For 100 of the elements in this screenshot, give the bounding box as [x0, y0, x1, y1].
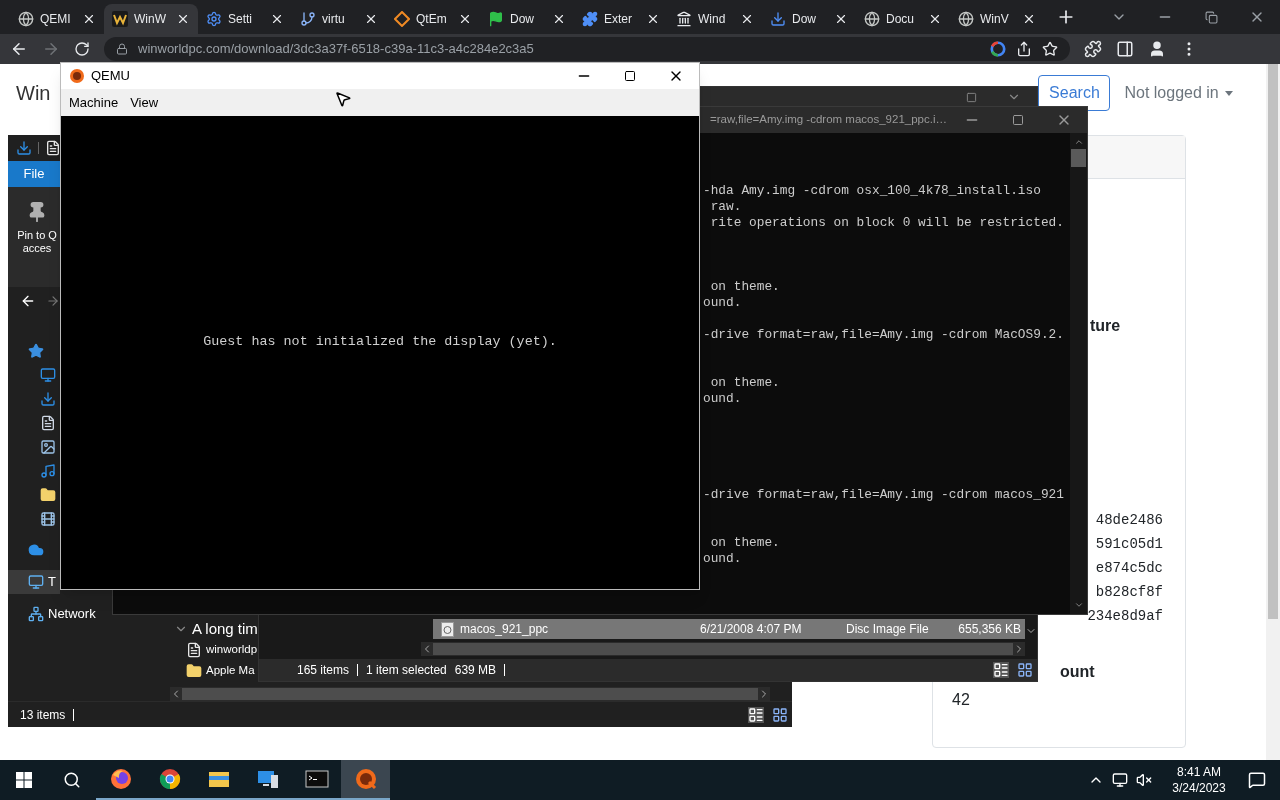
file-row[interactable]: macos_921_ppc 6/21/2008 4:07 PM Disc Image File 655,356 KB: [433, 619, 1025, 639]
terminal-line: on theme.: [709, 375, 781, 391]
terminal-icon: [304, 767, 329, 791]
pin-label[interactable]: Pin to Q acces: [17, 229, 57, 255]
display-message: Guest has not initialized the display (yet).: [203, 333, 557, 352]
scroll-down-icon[interactable]: [1073, 600, 1084, 610]
volume-muted-icon[interactable]: [1136, 772, 1152, 788]
nav-item[interactable]: Network: [8, 602, 102, 626]
terminal-line: -drive format=raw,file=Amy.img -cdrom MacOS9.2.: [703, 327, 1065, 343]
windows-logo-icon: [16, 772, 32, 788]
browser-tab[interactable]: Docu: [856, 4, 950, 34]
close-icon[interactable]: [740, 12, 754, 26]
close-icon[interactable]: [928, 12, 942, 26]
forward-icon[interactable]: [46, 294, 60, 308]
tiles-view-icon[interactable]: [772, 706, 788, 723]
browser-tab[interactable]: WinV: [950, 4, 1044, 34]
terminal-line: ound.: [703, 551, 743, 567]
menu-item[interactable]: View: [124, 92, 165, 113]
terminal-line: ound.: [703, 391, 743, 407]
puzzle-icon: [582, 11, 598, 27]
file-name[interactable]: winworldp: [206, 640, 258, 659]
network-icon[interactable]: [1112, 772, 1128, 788]
page-scrollbar[interactable]: [1266, 64, 1280, 760]
extensions-icon[interactable]: [1084, 40, 1102, 58]
share-icon[interactable]: [1016, 41, 1032, 57]
close-icon[interactable]: [364, 12, 378, 26]
nav-item[interactable]: T: [8, 570, 60, 594]
browser-tab[interactable]: Dow: [762, 4, 856, 34]
file-name[interactable]: Apple Ma: [206, 661, 255, 680]
reload-icon[interactable]: [74, 41, 90, 57]
document-icon: [40, 415, 56, 431]
tiles-view-icon[interactable]: [1017, 662, 1033, 678]
hash-text: 48de2486: [1095, 511, 1163, 530]
download-icon: [40, 391, 56, 407]
browser-tab[interactable]: WinW: [104, 4, 198, 34]
close-icon[interactable]: [458, 12, 472, 26]
hash-text: 591c05d1: [1095, 535, 1163, 554]
menu-item[interactable]: Machine: [63, 92, 125, 113]
star-icon: [28, 343, 44, 359]
notifications-icon[interactable]: [1248, 771, 1266, 789]
close-icon[interactable]: [270, 12, 284, 26]
gear-icon: [206, 11, 222, 27]
browser-tab[interactable]: Dow: [480, 4, 574, 34]
scrollbar-thumb[interactable]: [433, 643, 1013, 655]
clock[interactable]: 8:41 AM 3/24/2023: [1164, 760, 1234, 800]
terminal-line: on theme.: [709, 279, 781, 295]
browser-tab[interactable]: QtEm: [386, 4, 480, 34]
address-bar[interactable]: winworldpc.com/download/3dc3a37f-6518-c39a-11c3-a4c284e2c3a5: [104, 37, 1070, 61]
search-icon[interactable]: [63, 771, 81, 789]
browser-tab[interactable]: Setti: [198, 4, 292, 34]
terminal-line: -drive format=raw,file=Amy.img -cdrom macos_921: [703, 487, 1065, 503]
account-menu[interactable]: Not logged in: [1124, 81, 1233, 105]
selection-info: 1 item selected: [366, 662, 447, 679]
terminal-line: raw.: [709, 199, 743, 215]
close-icon[interactable]: [834, 12, 848, 26]
browser-tab[interactable]: virtu: [292, 4, 386, 34]
browser-tab[interactable]: Wind: [668, 4, 762, 34]
restore-icon[interactable]: [1204, 10, 1218, 24]
close-icon[interactable]: [646, 12, 660, 26]
terminal-line: on theme.: [709, 535, 781, 551]
firefox-icon: [108, 767, 133, 791]
hash-text: 234e8d9af: [1087, 607, 1163, 626]
count-value: 42: [952, 690, 971, 710]
download-icon: [770, 11, 786, 27]
lock-icon[interactable]: [116, 43, 128, 55]
bookmark-star-icon[interactable]: [1042, 41, 1058, 57]
details-view-icon[interactable]: [993, 662, 1009, 678]
globe-icon: [864, 11, 880, 27]
close-icon[interactable]: [1022, 12, 1036, 26]
status-text: 13 items: [20, 706, 66, 724]
group-header[interactable]: A long tim: [192, 617, 258, 641]
scroll-up-icon[interactable]: [1073, 137, 1084, 147]
cloud-icon: [28, 542, 44, 558]
close-icon[interactable]: [82, 12, 96, 26]
back-icon[interactable]: [20, 293, 36, 309]
profile-icon[interactable]: [1148, 40, 1166, 58]
close-icon[interactable]: [552, 12, 566, 26]
browser-tab[interactable]: Exter: [574, 4, 668, 34]
network-icon: [28, 606, 44, 622]
mouse-cursor-icon: [334, 90, 352, 108]
close-icon[interactable]: [176, 12, 190, 26]
back-icon[interactable]: [10, 40, 28, 58]
forward-icon[interactable]: [42, 40, 60, 58]
terminal-line: rite operations on block 0 will be restricted.: [709, 215, 1065, 231]
google-icon[interactable]: [990, 41, 1006, 57]
file-tab[interactable]: File: [8, 161, 60, 187]
browser-tab[interactable]: QEMI: [10, 4, 104, 34]
scrollbar-thumb[interactable]: [1071, 149, 1086, 167]
details-view-icon[interactable]: [748, 706, 764, 723]
qemu-icon: [69, 68, 85, 84]
side-panel-icon[interactable]: [1116, 40, 1134, 58]
terminal-line: -hda Amy.img -cdrom osx_100_4k78_install.iso: [703, 183, 1042, 199]
picture-icon: [40, 439, 56, 455]
maximize-icon[interactable]: [624, 70, 636, 82]
chrome-icon: [157, 767, 182, 791]
globe-icon: [958, 11, 974, 27]
folder-icon: [40, 487, 56, 503]
section-heading: ture: [1090, 316, 1122, 336]
scrollbar-thumb[interactable]: [182, 688, 758, 700]
section-heading: ount: [1060, 662, 1096, 682]
